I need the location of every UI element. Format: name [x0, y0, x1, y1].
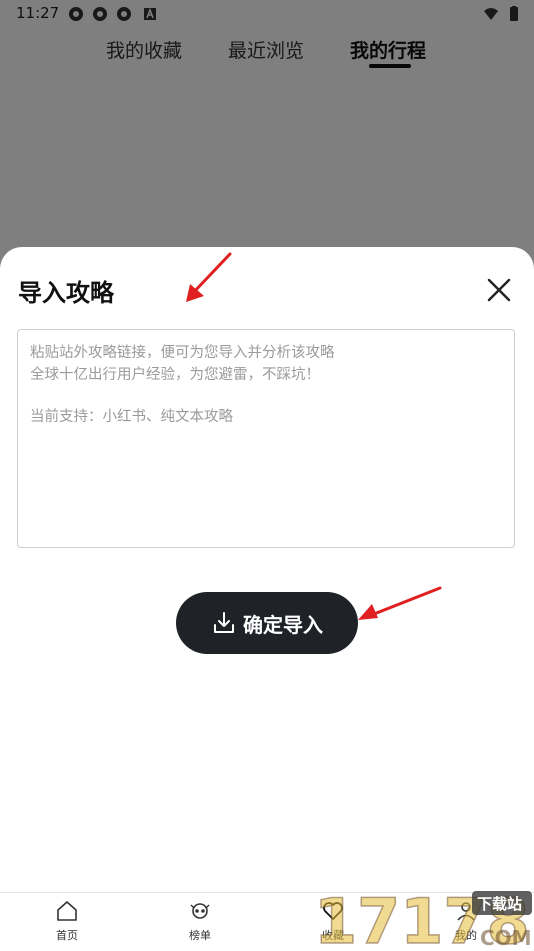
download-icon: [214, 612, 234, 633]
close-icon[interactable]: [484, 275, 514, 305]
ranking-icon: [190, 903, 210, 919]
placeholder-spacer: [30, 386, 502, 406]
annotation-arrow-icon: [358, 586, 442, 620]
placeholder-line: 粘贴站外攻略链接，便可为您导入并分析该攻略: [30, 345, 335, 361]
watermark-tag: 下载站: [477, 895, 522, 913]
annotation-arrow-icon: [186, 252, 232, 302]
confirm-import-button[interactable]: 确定导入: [176, 592, 358, 654]
guide-link-input[interactable]: 粘贴站外攻略链接，便可为您导入并分析该攻略 全球十亿出行用户经验，为您避雷，不踩…: [17, 329, 515, 548]
placeholder-line: 当前支持：小红书、纯文本攻略: [30, 409, 233, 425]
nav-label: 榜单: [189, 929, 211, 942]
watermark-suffix: COM: [480, 926, 532, 950]
nav-label: 首页: [56, 929, 78, 942]
import-guide-sheet: 导入攻略 粘贴站外攻略链接，便可为您导入并分析该攻略 全球十亿出行用户经验，为您…: [0, 247, 534, 892]
confirm-import-label: 确定导入: [243, 612, 323, 637]
home-icon: [57, 901, 77, 921]
site-watermark-logo: 17178 下载站 COM: [313, 885, 532, 950]
placeholder-line: 全球十亿出行用户经验，为您避雷，不踩坑！: [30, 367, 320, 383]
nav-home[interactable]: 首页: [32, 899, 102, 943]
sheet-title: 导入攻略: [18, 279, 114, 307]
nav-ranking[interactable]: 榜单: [165, 899, 235, 943]
